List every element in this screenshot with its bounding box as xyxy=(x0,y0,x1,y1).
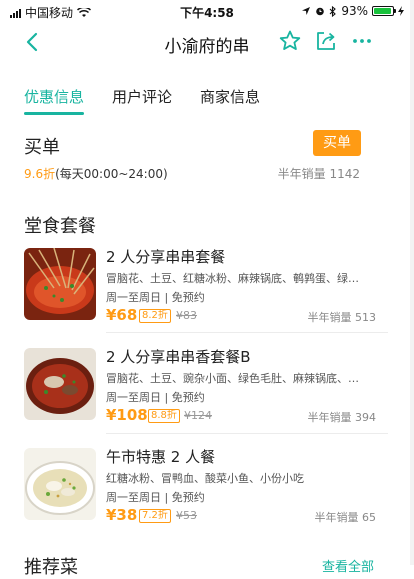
status-right: 93% xyxy=(301,4,404,18)
share-icon[interactable] xyxy=(314,29,338,53)
deal-price: ¥38 xyxy=(106,506,138,524)
deal-price: ¥108 xyxy=(106,406,148,424)
deal-name: 午市特惠 2 人餐 xyxy=(106,448,216,466)
scroll-edge xyxy=(410,0,414,565)
buy-section-title: 买单 xyxy=(24,137,60,158)
tab-bar: 优惠信息 用户评论 商家信息 xyxy=(24,86,260,115)
tab-deals[interactable]: 优惠信息 xyxy=(24,86,85,115)
more-icon[interactable] xyxy=(350,29,374,53)
divider xyxy=(106,332,388,333)
deal-item[interactable]: 2 人分享串串香套餐B 冒脑花、土豆、豌杂小面、绿色毛肚、麻辣锅底、… 周一至周… xyxy=(24,348,388,438)
recommend-section-title: 推荐菜 xyxy=(24,557,78,578)
deal-sales: 半年销量 394 xyxy=(307,411,377,424)
star-icon[interactable] xyxy=(278,29,302,53)
tab-merchant-info[interactable]: 商家信息 xyxy=(200,86,260,115)
deal-description: 冒脑花、土豆、红糖冰粉、麻辣锅底、鹌鹑蛋、绿… xyxy=(106,272,359,285)
deal-name: 2 人分享串串香套餐B xyxy=(106,348,251,366)
buy-discount-row: 9.6折(每天00:00~24:00) xyxy=(24,165,168,182)
status-bar: 中国移动 下午4:58 93% xyxy=(0,0,414,22)
deal-availability: 周一至周日 | 免预约 xyxy=(106,291,205,304)
bluetooth-icon xyxy=(329,5,337,17)
deal-item[interactable]: 2 人分享串串套餐 冒脑花、土豆、红糖冰粉、麻辣锅底、鹌鹑蛋、绿… 周一至周日 … xyxy=(24,248,388,338)
deal-image-fish-soup xyxy=(24,448,96,520)
charging-icon xyxy=(398,6,404,16)
deal-item[interactable]: 午市特惠 2 人餐 红糖冰粉、冒鸭血、酸菜小鱼、小份小吃 周一至周日 | 免预约… xyxy=(24,448,388,538)
deal-image-skewers xyxy=(24,248,96,320)
buy-hours: (每天00:00~24:00) xyxy=(55,167,168,181)
battery-icon xyxy=(372,6,396,16)
deal-image-hotpot xyxy=(24,348,96,420)
buy-sales: 半年销量 1142 xyxy=(277,167,360,181)
deal-description: 红糖冰粉、冒鸭血、酸菜小鱼、小份小吃 xyxy=(106,472,304,485)
deal-availability: 周一至周日 | 免预约 xyxy=(106,491,205,504)
deal-original-price: ¥53 xyxy=(176,509,197,522)
nav-actions xyxy=(278,29,374,53)
deal-original-price: ¥83 xyxy=(176,309,197,322)
tab-reviews[interactable]: 用户评论 xyxy=(112,86,172,115)
location-icon xyxy=(302,7,311,15)
nav-bar: 小渝府的串 xyxy=(0,22,414,62)
divider xyxy=(106,433,388,434)
alarm-icon xyxy=(316,7,325,16)
battery-percent: 93% xyxy=(341,4,368,18)
deal-discount-tag: 8.2折 xyxy=(139,309,171,323)
deal-discount-tag: 7.2折 xyxy=(139,509,171,523)
deal-description: 冒脑花、土豆、豌杂小面、绿色毛肚、麻辣锅底、… xyxy=(106,372,359,385)
deal-price: ¥68 xyxy=(106,306,138,324)
deal-sales: 半年销量 65 xyxy=(314,511,377,524)
dine-section-title: 堂食套餐 xyxy=(24,216,96,237)
buy-discount: 9.6折 xyxy=(24,167,56,181)
deal-name: 2 人分享串串套餐 xyxy=(106,248,226,266)
deal-discount-tag: 8.8折 xyxy=(148,409,180,423)
view-all-link[interactable]: 查看全部 xyxy=(322,556,374,575)
buy-button[interactable]: 买单 xyxy=(313,130,361,156)
deal-original-price: ¥124 xyxy=(184,409,212,422)
deal-availability: 周一至周日 | 免预约 xyxy=(106,391,205,404)
deal-sales: 半年销量 513 xyxy=(307,311,377,324)
